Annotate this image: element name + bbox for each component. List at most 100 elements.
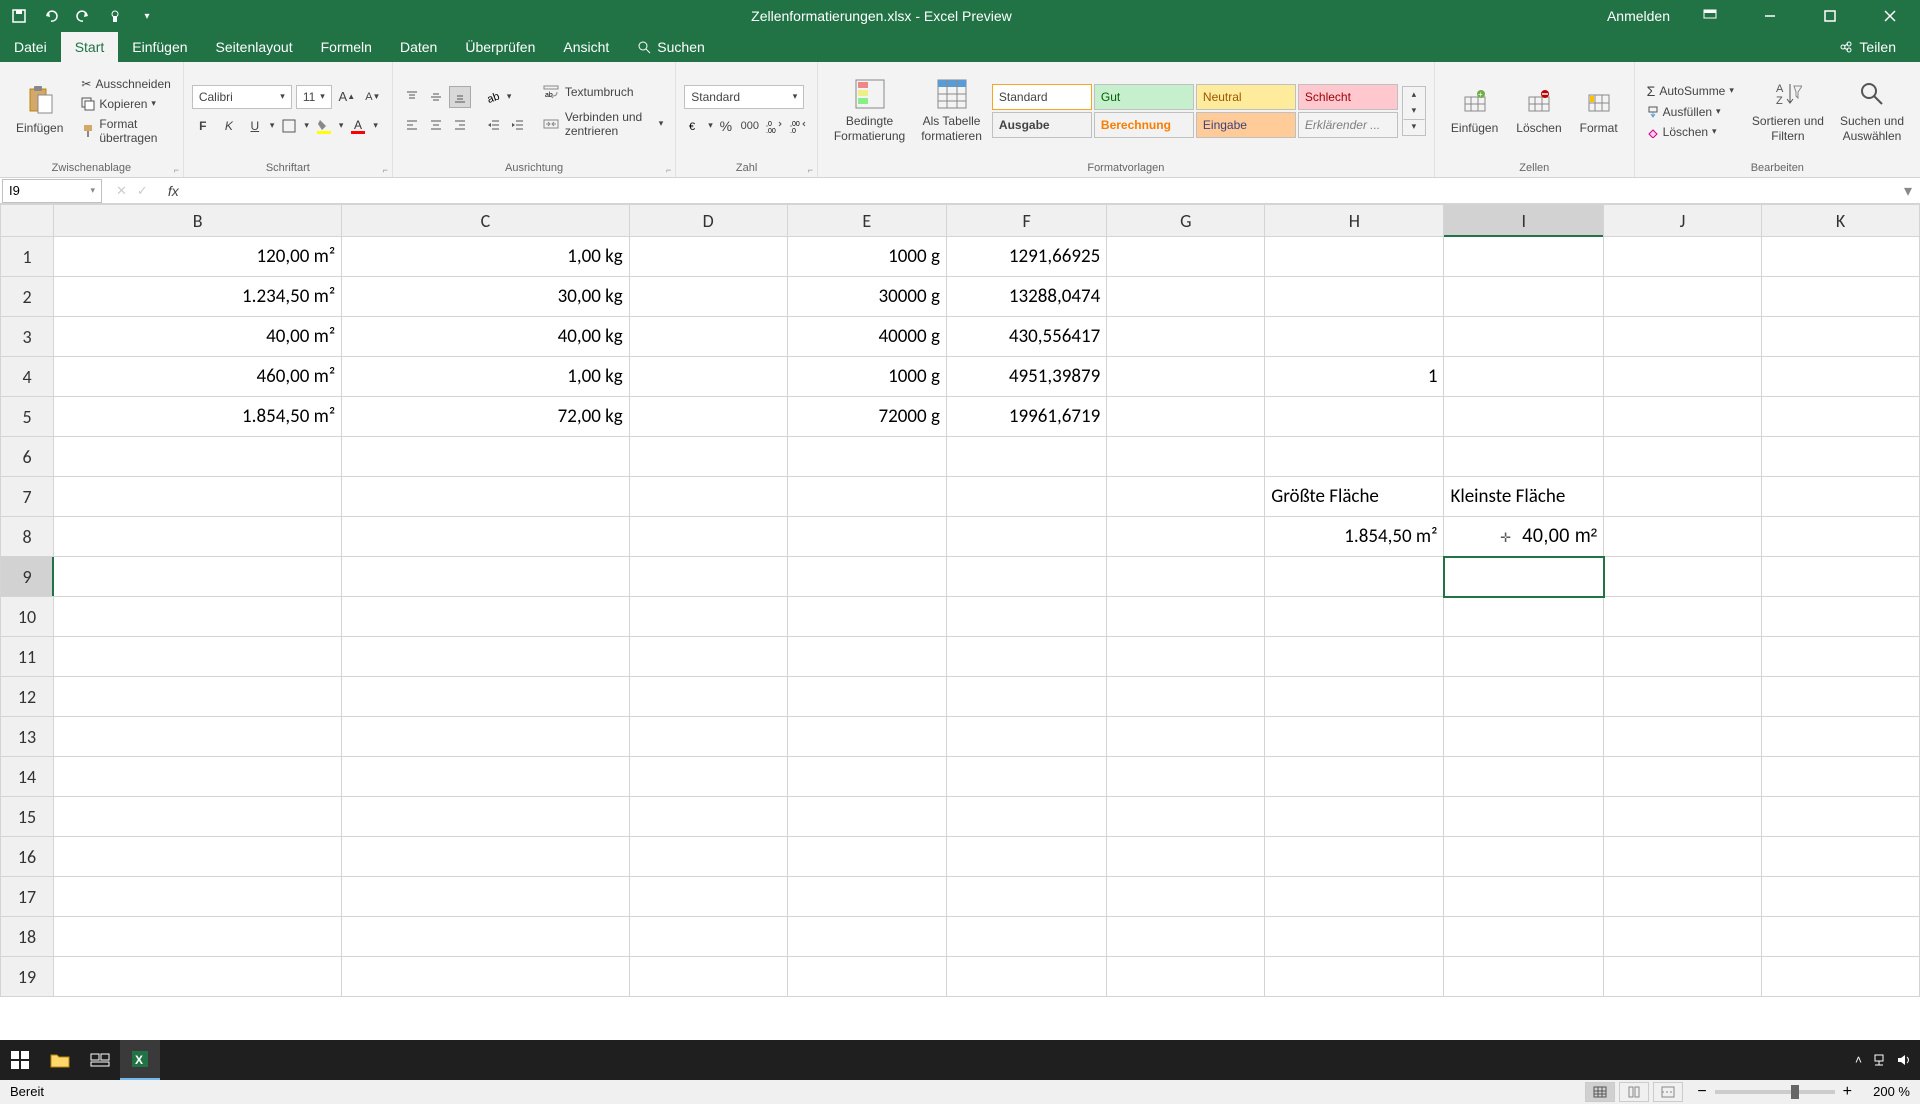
qat-dropdown-icon[interactable]: ▾ (138, 7, 156, 25)
cell-B6[interactable] (54, 437, 342, 477)
cell-D4[interactable] (629, 357, 787, 397)
redo-icon[interactable] (74, 7, 92, 25)
row-header-13[interactable]: 13 (1, 717, 54, 757)
style-eingabe[interactable]: Eingabe (1196, 112, 1296, 138)
conditional-formatting-button[interactable]: Bedingte Formatierung (826, 74, 913, 147)
cell-E16[interactable] (787, 837, 946, 877)
cell-I1[interactable] (1444, 237, 1604, 277)
cell-G3[interactable] (1107, 317, 1265, 357)
decrease-font-icon[interactable]: A▼ (362, 86, 384, 108)
format-painter-button[interactable]: Format übertragen (77, 115, 174, 147)
tray-network-icon[interactable] (1872, 1053, 1886, 1067)
cell-I17[interactable] (1444, 877, 1604, 917)
clear-button[interactable]: Löschen▾ (1643, 123, 1738, 141)
task-view-icon[interactable] (80, 1040, 120, 1080)
cell-D8[interactable] (629, 517, 787, 557)
style-ausgabe[interactable]: Ausgabe (992, 112, 1092, 138)
cell-C2[interactable]: 30,00 kg (342, 277, 630, 317)
fill-button[interactable]: Ausfüllen▾ (1643, 103, 1738, 121)
cell-E2[interactable]: 30000 g (787, 277, 946, 317)
cell-F5[interactable]: 19961,6719 (946, 397, 1106, 437)
cell-K10[interactable] (1761, 597, 1919, 637)
cell-F1[interactable]: 1291,66925 (946, 237, 1106, 277)
cell-D9[interactable] (629, 557, 787, 597)
cell-J9[interactable] (1604, 557, 1762, 597)
name-box[interactable]: I9▾ (2, 179, 102, 203)
cell-D10[interactable] (629, 597, 787, 637)
cell-E7[interactable] (787, 477, 946, 517)
cell-F4[interactable]: 4951,39879 (946, 357, 1106, 397)
cell-I7[interactable]: Kleinste Fläche (1444, 477, 1604, 517)
cell-E1[interactable]: 1000 g (787, 237, 946, 277)
cell-G15[interactable] (1107, 797, 1265, 837)
cell-G17[interactable] (1107, 877, 1265, 917)
bold-icon[interactable]: F (192, 115, 214, 137)
style-neutral[interactable]: Neutral (1196, 84, 1296, 110)
cell-J7[interactable] (1604, 477, 1762, 517)
number-format-select[interactable]: Standard▾ (684, 85, 804, 109)
cancel-formula-icon[interactable]: ✕ (112, 183, 131, 199)
cell-F10[interactable] (946, 597, 1106, 637)
cell-H8[interactable]: 1.854,50 m² (1265, 517, 1444, 557)
format-as-table-button[interactable]: Als Tabelle formatieren (913, 74, 990, 147)
cell-H7[interactable]: Größte Fläche (1265, 477, 1444, 517)
cell-K2[interactable] (1761, 277, 1919, 317)
cell-H19[interactable] (1265, 957, 1444, 997)
cell-B16[interactable] (54, 837, 342, 877)
cell-F6[interactable] (946, 437, 1106, 477)
cell-C19[interactable] (342, 957, 630, 997)
cell-I12[interactable] (1444, 677, 1604, 717)
cell-C4[interactable]: 1,00 kg (342, 357, 630, 397)
cell-H1[interactable] (1265, 237, 1444, 277)
align-center-icon[interactable] (425, 114, 447, 136)
number-launcher-icon[interactable]: ⌐ (808, 165, 813, 175)
column-header-K[interactable]: K (1761, 205, 1919, 237)
cell-B7[interactable] (54, 477, 342, 517)
cell-F15[interactable] (946, 797, 1106, 837)
row-header-3[interactable]: 3 (1, 317, 54, 357)
style-scroll-down-icon[interactable]: ▾ (1403, 103, 1425, 119)
copy-button[interactable]: Kopieren▾ (77, 95, 174, 113)
cell-I3[interactable] (1444, 317, 1604, 357)
cell-E11[interactable] (787, 637, 946, 677)
cell-E18[interactable] (787, 917, 946, 957)
cell-I8[interactable]: ✛40,00 m² (1444, 517, 1604, 557)
cell-G4[interactable] (1107, 357, 1265, 397)
cell-H12[interactable] (1265, 677, 1444, 717)
style-berechnung[interactable]: Berechnung (1094, 112, 1194, 138)
zoom-out-icon[interactable]: − (1697, 1083, 1706, 1101)
cell-E15[interactable] (787, 797, 946, 837)
align-bottom-icon[interactable] (449, 86, 471, 108)
cell-K8[interactable] (1761, 517, 1919, 557)
tab-ansicht[interactable]: Ansicht (549, 32, 623, 62)
cell-H16[interactable] (1265, 837, 1444, 877)
cell-I10[interactable] (1444, 597, 1604, 637)
undo-icon[interactable] (42, 7, 60, 25)
cell-J13[interactable] (1604, 717, 1762, 757)
row-header-17[interactable]: 17 (1, 877, 54, 917)
zoom-level[interactable]: 200 % (1860, 1084, 1910, 1099)
column-header-E[interactable]: E (787, 205, 946, 237)
cell-J11[interactable] (1604, 637, 1762, 677)
cell-K3[interactable] (1761, 317, 1919, 357)
cell-H6[interactable] (1265, 437, 1444, 477)
tab-daten[interactable]: Daten (386, 32, 451, 62)
cell-G11[interactable] (1107, 637, 1265, 677)
cell-D7[interactable] (629, 477, 787, 517)
column-header-I[interactable]: I (1444, 205, 1604, 237)
cell-C10[interactable] (342, 597, 630, 637)
cell-D13[interactable] (629, 717, 787, 757)
zoom-in-icon[interactable]: + (1843, 1083, 1852, 1101)
increase-font-icon[interactable]: A▲ (336, 86, 358, 108)
cell-E6[interactable] (787, 437, 946, 477)
cell-K12[interactable] (1761, 677, 1919, 717)
cell-C6[interactable] (342, 437, 630, 477)
cell-G13[interactable] (1107, 717, 1265, 757)
tab-einfuegen[interactable]: Einfügen (118, 32, 201, 62)
cell-C1[interactable]: 1,00 kg (342, 237, 630, 277)
wrap-text-button[interactable]: abTextumbruch (539, 80, 667, 104)
cell-B17[interactable] (54, 877, 342, 917)
style-scroll-up-icon[interactable]: ▴ (1403, 87, 1425, 103)
cell-B3[interactable]: 40,00 m² (54, 317, 342, 357)
cell-E13[interactable] (787, 717, 946, 757)
